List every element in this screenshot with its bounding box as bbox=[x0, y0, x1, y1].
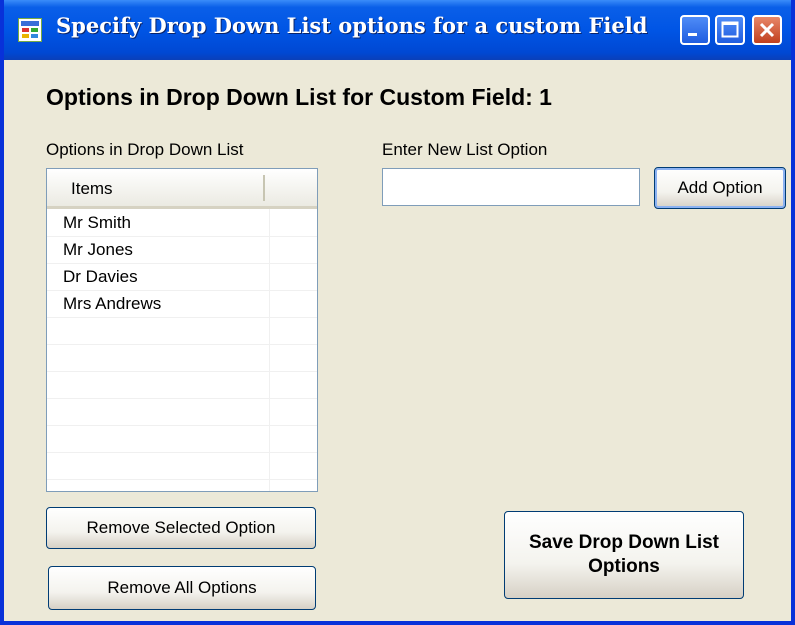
title-bar[interactable]: Specify Drop Down List options for a cus… bbox=[4, 0, 791, 60]
list-item[interactable]: Dr Davies bbox=[47, 264, 317, 291]
form-icon bbox=[18, 18, 42, 42]
window-title: Specify Drop Down List options for a cus… bbox=[56, 13, 648, 38]
column-header-items[interactable]: Items bbox=[71, 179, 113, 199]
list-item-text: Mrs Andrews bbox=[63, 294, 162, 313]
empty-row bbox=[47, 372, 317, 399]
list-item[interactable]: Mr Jones bbox=[47, 237, 317, 264]
list-item-text: Mr Jones bbox=[63, 240, 133, 259]
empty-row bbox=[47, 345, 317, 372]
maximize-button[interactable] bbox=[715, 15, 745, 45]
options-listview[interactable]: Items Mr Smith Mr Jones Dr Davies Mrs An… bbox=[46, 168, 318, 492]
remove-selected-button[interactable]: Remove Selected Option bbox=[46, 507, 316, 549]
minimize-button[interactable] bbox=[680, 15, 710, 45]
column-separator[interactable] bbox=[263, 175, 265, 201]
empty-row bbox=[47, 453, 317, 480]
maximize-icon bbox=[721, 21, 739, 38]
list-item-text: Dr Davies bbox=[63, 267, 138, 286]
close-icon bbox=[759, 22, 775, 38]
remove-all-button[interactable]: Remove All Options bbox=[48, 566, 316, 610]
empty-row bbox=[47, 318, 317, 345]
list-item-text: Mr Smith bbox=[63, 213, 131, 232]
minimize-icon bbox=[688, 33, 697, 36]
list-item[interactable]: Mrs Andrews bbox=[47, 291, 317, 318]
page-heading: Options in Drop Down List for Custom Fie… bbox=[46, 84, 552, 110]
new-option-label: Enter New List Option bbox=[382, 140, 548, 159]
list-header[interactable]: Items bbox=[47, 169, 317, 209]
dialog-window: Specify Drop Down List options for a cus… bbox=[0, 0, 795, 625]
save-options-button[interactable]: Save Drop Down List Options bbox=[504, 511, 744, 599]
list-item[interactable]: Mr Smith bbox=[47, 210, 317, 237]
close-button[interactable] bbox=[752, 15, 782, 45]
add-option-button[interactable]: Add Option bbox=[654, 167, 786, 209]
empty-row bbox=[47, 399, 317, 426]
list-label: Options in Drop Down List bbox=[46, 140, 244, 159]
new-option-input[interactable] bbox=[382, 168, 640, 206]
empty-row bbox=[47, 426, 317, 453]
